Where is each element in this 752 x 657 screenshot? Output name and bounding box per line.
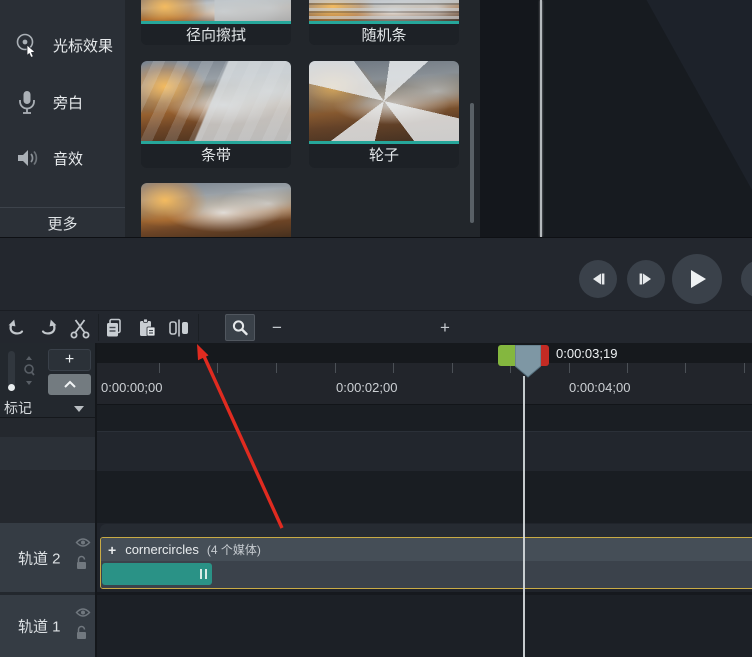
timeline-tracks-area: 0:00:00;00 0:00:02;00 0:00:04;00 + corne… xyxy=(97,343,752,657)
paste-button[interactable] xyxy=(134,315,160,340)
copy-icon xyxy=(107,318,121,336)
undo-button[interactable] xyxy=(4,315,30,340)
ruler-time-label: 0:00:00;00 xyxy=(101,380,163,395)
sidebar-item-sound-effects[interactable]: 音效 xyxy=(14,141,124,175)
track-height-slider[interactable] xyxy=(8,351,15,391)
magnifier-icon xyxy=(232,319,248,335)
transitions-panel: 径向擦拭 随机条 条带 轮子 xyxy=(125,0,480,237)
scissors-icon xyxy=(70,318,90,338)
sidebar-item-cursor-effects[interactable]: 光标效果 xyxy=(14,28,124,62)
panel-scrollbar[interactable] xyxy=(470,103,474,223)
transition-thumbnail xyxy=(141,61,291,141)
timeline-toolbar: − + xyxy=(0,310,752,646)
track-header-2[interactable]: 轨道 2 xyxy=(0,523,95,592)
redo-button[interactable] xyxy=(35,315,61,340)
play-button[interactable] xyxy=(672,254,722,304)
paste-icon xyxy=(140,318,156,336)
transition-thumbnail xyxy=(141,183,291,237)
transition-thumbnail xyxy=(141,0,291,21)
track-label: 轨道 1 xyxy=(18,618,61,636)
collapse-tracks-button[interactable] xyxy=(48,374,91,395)
last-frame-button[interactable] xyxy=(741,260,752,298)
vertical-zoom-icon xyxy=(24,356,35,385)
chevron-up-icon xyxy=(63,380,76,388)
playhead-out-handle[interactable] xyxy=(541,345,549,366)
step-back-icon xyxy=(593,273,605,285)
transition-card-partial[interactable] xyxy=(141,183,291,237)
split-button[interactable] xyxy=(166,315,192,340)
track-lock-icon[interactable] xyxy=(75,625,88,640)
track-lock-icon[interactable] xyxy=(75,555,88,570)
transition-card-random-bars[interactable]: 随机条 xyxy=(309,0,459,45)
chevron-down-icon xyxy=(74,406,84,412)
playback-bar xyxy=(0,237,752,311)
timeline-ruler[interactable]: 0:00:00;00 0:00:02;00 0:00:04;00 xyxy=(97,363,752,405)
timeline-left-column: + 标记 轨道 2 轨道 1 xyxy=(0,343,95,657)
transition-card-bands[interactable]: 条带 xyxy=(141,61,291,168)
play-icon xyxy=(691,270,706,288)
sidebar-item-label: 音效 xyxy=(53,150,84,168)
sidebar-more-button[interactable]: 更多 xyxy=(0,207,125,238)
transition-thumbnail xyxy=(309,61,459,141)
sidebar-item-label: 光标效果 xyxy=(53,37,114,55)
copy-button[interactable] xyxy=(101,315,127,340)
microphone-icon xyxy=(19,91,35,114)
zoom-out-button[interactable]: − xyxy=(272,311,282,344)
track-visibility-eye-icon[interactable] xyxy=(75,537,91,548)
playhead-in-handle[interactable] xyxy=(498,345,515,366)
group-clip-header[interactable]: + cornercircles (4 个媒体) xyxy=(101,538,752,561)
clip-trim-handle[interactable] xyxy=(200,569,207,579)
undo-icon xyxy=(8,319,24,335)
sidebar-item-narration[interactable]: 旁白 xyxy=(14,85,124,119)
playhead-handle[interactable] xyxy=(515,345,541,378)
timeline-zoom-tool-button[interactable] xyxy=(225,314,255,341)
ruler-time-label: 0:00:04;00 xyxy=(569,380,631,395)
preview-canvas xyxy=(480,0,752,237)
track-header-1[interactable]: 轨道 1 xyxy=(0,595,95,657)
ruler-time-label: 0:00:02;00 xyxy=(336,380,398,395)
track-1-lane xyxy=(97,595,752,657)
step-forward-button[interactable] xyxy=(627,260,665,298)
sidebar-item-label: 旁白 xyxy=(53,94,84,112)
canvas-edge-line xyxy=(540,0,542,237)
group-clip-name: cornercircles xyxy=(125,542,199,557)
group-expand-button[interactable]: + xyxy=(108,542,116,558)
media-clip-teal[interactable] xyxy=(102,563,212,585)
transition-thumbnail xyxy=(309,0,459,21)
timeline: + 标记 轨道 2 轨道 1 0:00:00;00 0:00:02;00 0:0… xyxy=(0,343,752,657)
cut-button[interactable] xyxy=(67,315,93,340)
step-forward-icon xyxy=(639,273,651,285)
group-clip-cornercircles[interactable]: + cornercircles (4 个媒体) xyxy=(100,524,752,590)
playhead-line[interactable] xyxy=(523,376,525,657)
transition-label: 随机条 xyxy=(309,24,459,45)
redo-icon xyxy=(41,319,57,335)
transition-label: 条带 xyxy=(141,144,291,165)
marker-dropdown[interactable]: 标记 xyxy=(0,398,95,417)
media-sidebar: 光标效果 旁白 音效 更多 xyxy=(0,0,125,238)
split-icon xyxy=(169,319,188,336)
playhead-time-label: 0:00:03;19 xyxy=(556,346,618,361)
camtasia-app: 光标效果 旁白 音效 更多 径向擦拭 随机条 条带 轮子 − + + 标记 轨道… xyxy=(0,0,752,657)
transition-label: 径向擦拭 xyxy=(141,24,291,45)
transition-card-radial-wipe[interactable]: 径向擦拭 xyxy=(141,0,291,45)
speaker-icon xyxy=(18,150,38,166)
group-clip-media-count: (4 个媒体) xyxy=(206,543,261,557)
cursor-effects-icon xyxy=(16,33,36,58)
transition-card-wheel[interactable]: 轮子 xyxy=(309,61,459,168)
track-label: 轨道 2 xyxy=(18,550,61,567)
zoom-in-button[interactable]: + xyxy=(440,311,450,344)
track-visibility-eye-icon[interactable] xyxy=(75,607,91,618)
step-back-button[interactable] xyxy=(579,260,617,298)
add-track-button[interactable]: + xyxy=(48,349,91,371)
transition-label: 轮子 xyxy=(309,144,459,165)
